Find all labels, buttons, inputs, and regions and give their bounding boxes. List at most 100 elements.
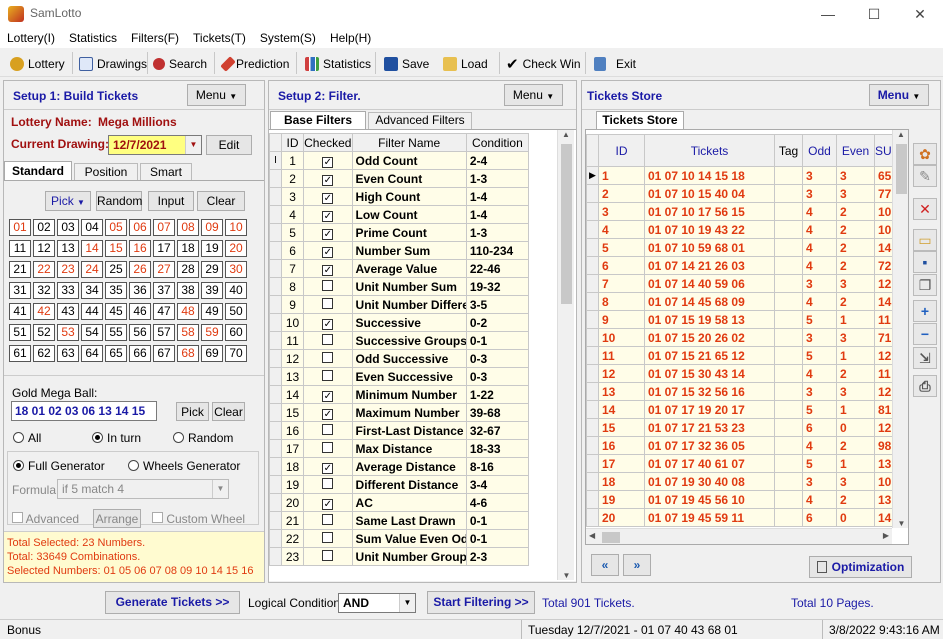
number-cell[interactable]: 58 — [177, 324, 199, 341]
tab-position[interactable]: Position — [74, 163, 138, 181]
filter-condition[interactable]: 110-234 — [465, 241, 530, 260]
minimize-button[interactable]: — — [805, 0, 851, 28]
ticket-row[interactable]: 10 01 07 15 20 26 02 3 3 71 — [586, 328, 907, 347]
number-cell[interactable]: 07 — [153, 219, 175, 236]
filter-row[interactable]: 4 ✓ Low Count 1-4 — [269, 205, 530, 224]
filter-row[interactable]: 17 Max Distance 18-33 — [269, 439, 530, 458]
delete-icon[interactable]: ✕ — [913, 198, 937, 220]
refresh-icon[interactable]: ✿ — [913, 143, 937, 165]
filter-checkbox[interactable]: ✓ — [303, 259, 353, 278]
number-cell[interactable]: 08 — [177, 219, 199, 236]
setup1-menu-button[interactable]: Menu ▼ — [187, 84, 246, 106]
number-cell[interactable]: 29 — [201, 261, 223, 278]
random-button[interactable]: Random — [96, 191, 142, 211]
filter-row[interactable]: 14 ✓ Minimum Number 1-22 — [269, 385, 530, 404]
filter-checkbox[interactable]: ✓ — [303, 187, 353, 206]
filter-condition[interactable]: 1-22 — [465, 385, 530, 404]
filter-checkbox[interactable] — [303, 367, 353, 386]
filter-checkbox[interactable] — [303, 277, 353, 296]
number-cell[interactable]: 44 — [81, 303, 103, 320]
number-cell[interactable]: 62 — [33, 345, 55, 362]
number-cell[interactable]: 59 — [201, 324, 223, 341]
number-cell[interactable]: 34 — [81, 282, 103, 299]
number-cell[interactable]: 20 — [225, 240, 247, 257]
logical-condition-select[interactable]: AND ▼ — [338, 593, 416, 613]
number-cell[interactable]: 41 — [9, 303, 31, 320]
filter-row[interactable]: 11 Successive Groups 0-1 — [269, 331, 530, 350]
copy-icon[interactable]: ❐ — [913, 274, 937, 296]
filter-checkbox[interactable]: ✓ — [303, 169, 353, 188]
filter-condition[interactable]: 0-3 — [465, 367, 530, 386]
number-cell[interactable]: 42 — [33, 303, 55, 320]
number-cell[interactable]: 61 — [9, 345, 31, 362]
menu-tickets[interactable]: Tickets(T) — [186, 28, 253, 45]
filter-checkbox[interactable]: ✓ — [303, 223, 353, 242]
number-cell[interactable]: 31 — [9, 282, 31, 299]
toolbar-checkwin-button[interactable]: ✔ Check Win — [506, 53, 581, 75]
number-cell[interactable]: 37 — [153, 282, 175, 299]
filter-row[interactable]: 16 First-Last Distance 32-67 — [269, 421, 530, 440]
filter-condition[interactable]: 39-68 — [465, 403, 530, 422]
radio-wheels-generator[interactable]: Wheels Generator — [128, 459, 240, 473]
save-icon[interactable]: ▪ — [913, 251, 937, 273]
number-cell[interactable]: 51 — [9, 324, 31, 341]
radio-in-turn[interactable]: In turn — [92, 431, 141, 445]
ticket-row[interactable]: 11 01 07 15 21 65 12 5 1 12 — [586, 346, 907, 365]
menu-filters[interactable]: Filters(F) — [124, 28, 186, 45]
gold-pick-button[interactable]: Pick — [176, 402, 209, 421]
number-cell[interactable]: 55 — [105, 324, 127, 341]
print-icon[interactable]: ⎙ — [913, 375, 937, 397]
number-cell[interactable]: 16 — [129, 240, 151, 257]
next-page-button[interactable]: » — [623, 554, 651, 576]
number-cell[interactable]: 45 — [105, 303, 127, 320]
current-drawing-select[interactable]: 12/7/2021 ▼ — [108, 135, 202, 155]
number-cell[interactable]: 47 — [153, 303, 175, 320]
filter-row[interactable]: 21 Same Last Drawn 0-1 — [269, 511, 530, 530]
number-cell[interactable]: 36 — [129, 282, 151, 299]
filter-row[interactable]: 9 Unit Number Differe 3-5 — [269, 295, 530, 314]
menu-lottery[interactable]: Lottery(I) — [0, 28, 62, 45]
maximize-button[interactable]: ☐ — [851, 0, 897, 28]
filter-condition[interactable]: 3-5 — [465, 295, 530, 314]
filter-condition[interactable]: 1-4 — [465, 187, 530, 206]
start-filtering-button[interactable]: Start Filtering >> — [427, 591, 535, 614]
filter-condition[interactable]: 18-33 — [465, 439, 530, 458]
menu-help[interactable]: Help(H) — [323, 28, 378, 45]
number-cell[interactable]: 01 — [9, 219, 31, 236]
filter-condition[interactable]: 2-3 — [465, 547, 530, 566]
filter-row[interactable]: 10 ✓ Successive 0-2 — [269, 313, 530, 332]
number-cell[interactable]: 02 — [33, 219, 55, 236]
generate-tickets-button[interactable]: Generate Tickets >> — [105, 591, 240, 614]
radio-all[interactable]: All — [13, 431, 41, 445]
filter-checkbox[interactable] — [303, 475, 353, 494]
edit-icon[interactable]: ✎ — [913, 165, 937, 187]
tab-base-filters[interactable]: Base Filters — [270, 111, 366, 129]
filter-condition[interactable]: 0-1 — [465, 331, 530, 350]
ticket-row[interactable]: 15 01 07 17 21 53 23 6 0 12 — [586, 418, 907, 437]
toolbar-prediction-button[interactable]: Prediction — [220, 53, 289, 75]
number-cell[interactable]: 35 — [105, 282, 127, 299]
filter-condition[interactable]: 32-67 — [465, 421, 530, 440]
number-cell[interactable]: 66 — [129, 345, 151, 362]
number-cell[interactable]: 60 — [225, 324, 247, 341]
toolbar-search-button[interactable]: Search — [153, 53, 207, 75]
filter-row[interactable]: 20 ✓ AC 4-6 — [269, 493, 530, 512]
pick-button[interactable]: Pick ▼ — [45, 191, 91, 211]
filter-row[interactable]: 18 ✓ Average Distance 8-16 — [269, 457, 530, 476]
filter-row[interactable]: 22 Sum Value Even Od 0-1 — [269, 529, 530, 548]
number-cell[interactable]: 18 — [177, 240, 199, 257]
tickets-vscroll[interactable]: ▲ ▼ — [892, 130, 908, 528]
number-cell[interactable]: 19 — [201, 240, 223, 257]
number-cell[interactable]: 12 — [33, 240, 55, 257]
number-cell[interactable]: 67 — [153, 345, 175, 362]
toolbar-exit-button[interactable]: Exit — [594, 53, 636, 75]
filter-condition[interactable]: 2-4 — [465, 151, 530, 170]
number-cell[interactable]: 65 — [105, 345, 127, 362]
open-folder-icon[interactable]: ▭ — [913, 229, 937, 251]
ticket-row[interactable]: 14 01 07 17 19 20 17 5 1 81 — [586, 400, 907, 419]
number-cell[interactable]: 70 — [225, 345, 247, 362]
number-cell[interactable]: 48 — [177, 303, 199, 320]
filter-checkbox[interactable] — [303, 439, 353, 458]
store-menu-button[interactable]: Menu ▼ — [869, 84, 929, 106]
tab-standard[interactable]: Standard — [4, 161, 72, 181]
